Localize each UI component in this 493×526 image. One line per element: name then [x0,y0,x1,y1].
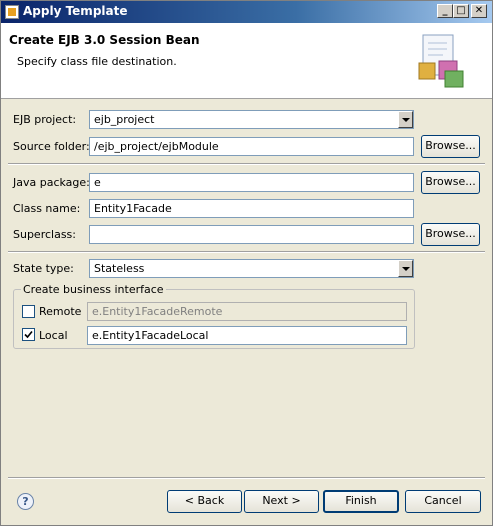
separator [8,163,485,165]
state-type-label: State type: [13,262,74,275]
minimize-button[interactable]: _ [437,4,453,18]
banner-title: Create EJB 3.0 Session Bean [9,33,200,47]
superclass-browse-button[interactable]: Browse... [421,223,480,246]
chevron-down-icon[interactable] [398,111,413,128]
close-button[interactable]: ✕ [471,4,487,18]
ejb-project-value: ejb_project [94,113,155,126]
next-button[interactable]: Next > [244,490,319,513]
banner-description: Specify class file destination. [17,55,177,68]
help-icon[interactable]: ? [17,493,34,510]
source-folder-label: Source folder: [13,140,90,153]
checkmark-icon [24,330,33,339]
window-title: Apply Template [23,4,128,18]
back-button[interactable]: < Back [167,490,242,513]
source-folder-input[interactable]: /ejb_project/ejbModule [89,137,414,156]
ejb-project-combo[interactable]: ejb_project [89,110,414,129]
remote-label: Remote [39,305,82,318]
apply-template-dialog: Apply Template _ □ ✕ Create EJB 3.0 Sess… [0,0,493,526]
ejb-project-label: EJB project: [13,113,77,126]
class-name-label: Class name: [13,202,81,215]
superclass-label: Superclass: [13,228,76,241]
java-package-input[interactable]: e [89,173,414,192]
business-interface-title: Create business interface [21,283,166,296]
app-icon [5,5,19,19]
wizard-banner: Create EJB 3.0 Session Bean Specify clas… [1,23,492,99]
remote-interface-input: e.Entity1FacadeRemote [87,302,407,321]
local-interface-input[interactable]: e.Entity1FacadeLocal [87,326,407,345]
state-type-value: Stateless [94,262,145,275]
wizard-document-icon [418,34,464,88]
source-folder-browse-button[interactable]: Browse... [421,135,480,158]
finish-button[interactable]: Finish [323,490,399,513]
class-name-input[interactable]: Entity1Facade [89,199,414,218]
java-package-browse-button[interactable]: Browse... [421,171,480,194]
superclass-input[interactable] [89,225,414,244]
state-type-combo[interactable]: Stateless [89,259,414,278]
local-label: Local [39,329,68,342]
cancel-button[interactable]: Cancel [405,490,481,513]
local-checkbox[interactable] [22,328,35,341]
maximize-button[interactable]: □ [453,4,469,18]
separator [8,251,485,253]
footer-separator [8,477,485,479]
title-bar: Apply Template _ □ ✕ [1,1,492,23]
java-package-label: Java package: [13,176,90,189]
chevron-down-icon[interactable] [398,260,413,277]
remote-checkbox[interactable] [22,305,35,318]
